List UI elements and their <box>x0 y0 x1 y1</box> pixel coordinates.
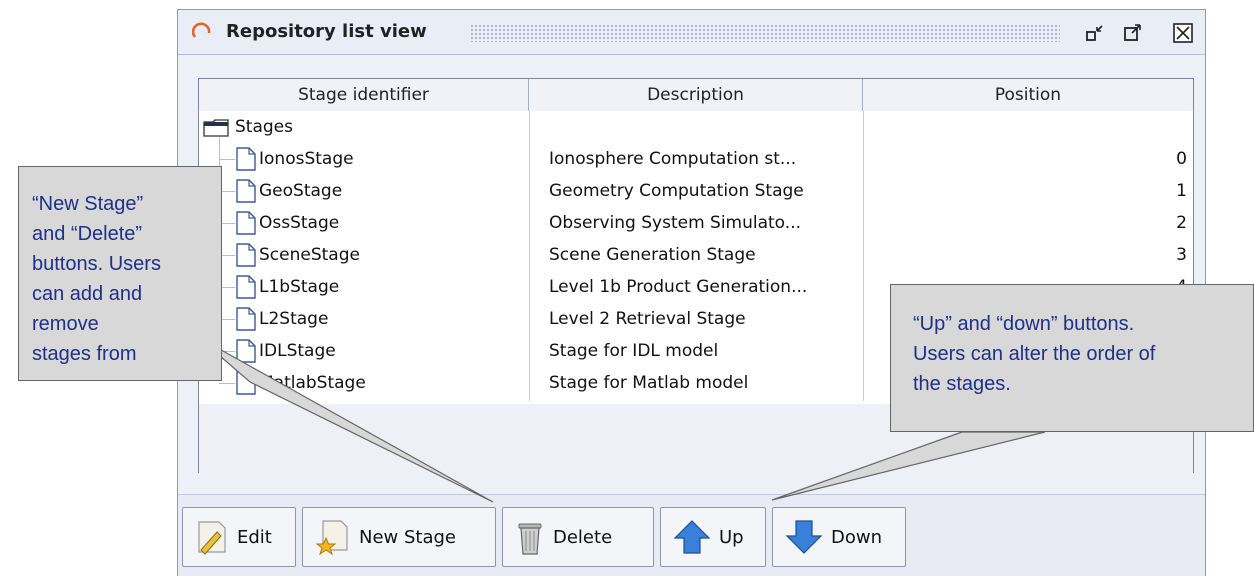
up-label: Up <box>719 526 744 548</box>
document-icon <box>236 243 256 267</box>
callout-left-line6: stages from <box>32 343 137 365</box>
stage-description: Scene Generation Stage <box>549 245 756 265</box>
table-header: Stage identifier Description Position <box>199 79 1193 112</box>
document-icon <box>236 147 256 171</box>
callout-left-line5: remove <box>32 313 99 335</box>
edit-button[interactable]: Edit <box>182 507 296 567</box>
tree-root-label: Stages <box>235 117 293 137</box>
stage-id: OssStage <box>259 213 340 233</box>
trash-icon <box>518 523 542 555</box>
edit-label: Edit <box>237 526 272 548</box>
stage-description: Stage for Matlab model <box>549 373 749 393</box>
stage-id: IDLStage <box>259 341 336 361</box>
table-row[interactable]: GeoStage Geometry Computation Stage 1 <box>199 175 1193 207</box>
close-icon[interactable] <box>1172 22 1194 44</box>
document-icon <box>236 275 256 299</box>
stage-position: 1 <box>1176 181 1187 201</box>
stage-position: 0 <box>1176 149 1187 169</box>
stage-id: SceneStage <box>259 245 360 265</box>
stage-id: L2Stage <box>259 309 329 329</box>
down-button[interactable]: Down <box>772 507 906 567</box>
column-header-description[interactable]: Description <box>529 79 863 111</box>
window-title: Repository list view <box>226 21 427 42</box>
callout-right-line3: the stages. <box>913 373 1011 395</box>
stage-description: Observing System Simulato... <box>549 213 801 233</box>
folder-icon <box>203 119 229 137</box>
table-row[interactable]: SceneStage Scene Generation Stage 3 <box>199 239 1193 271</box>
title-bar: Repository list view <box>178 10 1205 55</box>
callout-left-line3: buttons. Users <box>32 253 161 275</box>
stage-position: 3 <box>1176 245 1187 265</box>
toolbar: Edit New Stage Delete Up Down <box>178 494 1205 576</box>
document-icon <box>236 211 256 235</box>
column-divider <box>863 111 864 401</box>
delete-button[interactable]: Delete <box>502 507 654 567</box>
callout-left-line2: and “Delete” <box>32 223 143 245</box>
up-button[interactable]: Up <box>660 507 766 567</box>
new-stage-button[interactable]: New Stage <box>302 507 496 567</box>
stage-id: GeoStage <box>259 181 343 201</box>
document-icon <box>236 179 256 203</box>
title-bar-pattern <box>470 24 1060 42</box>
new-stage-label: New Stage <box>359 526 456 548</box>
arrow-down-icon <box>785 520 823 554</box>
table-row[interactable]: OssStage Observing System Simulato... 2 <box>199 207 1193 239</box>
document-icon <box>236 371 256 395</box>
edit-icon <box>198 521 226 555</box>
maximize-icon[interactable] <box>1122 22 1144 44</box>
tree-root-row[interactable]: Stages <box>199 111 1193 143</box>
stage-id: IonosStage <box>259 149 354 169</box>
column-header-position[interactable]: Position <box>863 79 1193 111</box>
stage-description: Level 2 Retrieval Stage <box>549 309 746 329</box>
column-divider <box>529 111 530 401</box>
callout-new-delete: “New Stage” and “Delete” buttons. Users … <box>18 166 222 381</box>
callout-left-line4: can add and <box>32 283 143 305</box>
callout-right-line1: “Up” and “down” buttons. <box>913 313 1135 335</box>
table-row[interactable]: IonosStage Ionosphere Computation st... … <box>199 143 1193 175</box>
column-header-stage-identifier[interactable]: Stage identifier <box>199 79 529 111</box>
new-stage-icon <box>315 520 348 556</box>
arrow-up-icon <box>673 520 711 554</box>
stage-description: Geometry Computation Stage <box>549 181 804 201</box>
stage-position: 2 <box>1176 213 1187 233</box>
minimize-icon[interactable] <box>1084 22 1106 44</box>
app-logo-icon <box>192 22 211 38</box>
stage-description: Ionosphere Computation st... <box>549 149 797 169</box>
delete-label: Delete <box>553 526 613 548</box>
callout-left-line1: “New Stage” <box>32 193 144 215</box>
stage-id: MatlabStage <box>259 373 366 393</box>
document-icon <box>236 339 256 363</box>
document-icon <box>236 307 256 331</box>
stage-id: L1bStage <box>259 277 340 297</box>
down-label: Down <box>831 526 883 548</box>
callout-up-down: “Up” and “down” buttons. Users can alter… <box>890 284 1254 432</box>
callout-right-line2: Users can alter the order of <box>913 343 1156 365</box>
stage-description: Stage for IDL model <box>549 341 719 361</box>
stage-description: Level 1b Product Generation... <box>549 277 808 297</box>
